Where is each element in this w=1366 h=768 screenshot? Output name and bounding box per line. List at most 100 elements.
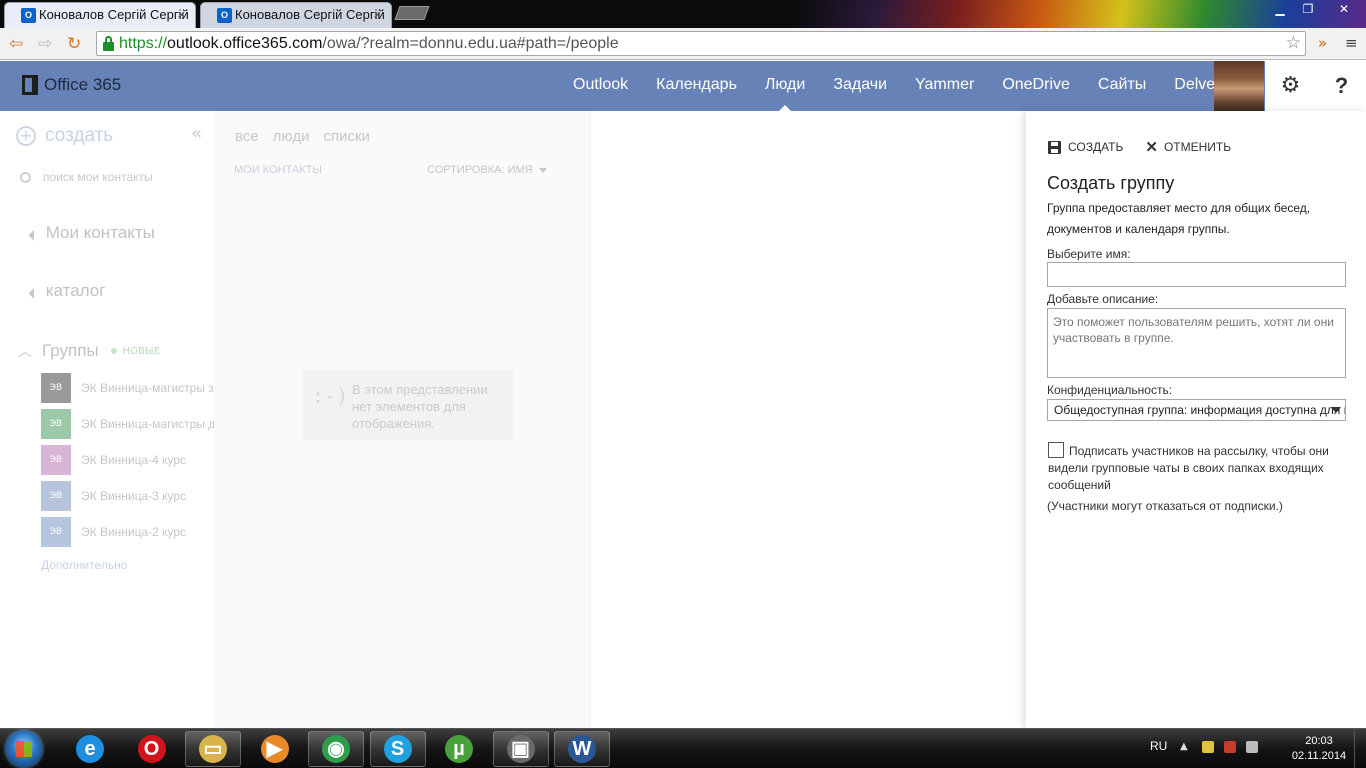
office365-brand[interactable]: Office 365 bbox=[22, 75, 121, 95]
subscribe-label: Подписать участников на рассылку, чтобы … bbox=[1048, 444, 1329, 492]
clock-time: 20:03 bbox=[1305, 735, 1333, 747]
taskbar-app-button[interactable]: W bbox=[554, 731, 610, 767]
chrome-icon: ◉ bbox=[322, 735, 350, 763]
group-item[interactable]: ЭВ ЭК Винница-магистры за bbox=[41, 373, 220, 403]
network-signal-icon[interactable] bbox=[1246, 741, 1258, 753]
taskbar-app-button[interactable]: ▣ bbox=[492, 731, 549, 767]
group-name: ЭК Винница-4 курс bbox=[81, 453, 187, 467]
settings-gear-icon[interactable]: ⚙ bbox=[1265, 61, 1316, 111]
group-description-field[interactable] bbox=[1047, 308, 1346, 378]
new-contact-button[interactable]: + создать bbox=[16, 125, 113, 147]
empty-message: В этом представлении нет элементов для о… bbox=[352, 382, 488, 431]
secure-lock-icon bbox=[102, 36, 115, 51]
bookmark-star-icon[interactable]: ☆ bbox=[1286, 33, 1301, 53]
search-placeholder: поиск мои контакты bbox=[43, 170, 153, 184]
taskbar-app-button[interactable]: µ bbox=[431, 731, 487, 767]
clock[interactable]: 20:03 02.11.2014 bbox=[1290, 734, 1348, 764]
group-name-field[interactable] bbox=[1047, 262, 1346, 287]
group-name: ЭК Винница-магистры д bbox=[81, 417, 216, 431]
taskbar-app-button[interactable]: ▭ bbox=[185, 731, 241, 767]
restore-icon[interactable]: ❐ bbox=[1294, 0, 1322, 18]
create-button[interactable]: СОЗДАТЬ bbox=[1048, 140, 1123, 154]
group-item[interactable]: ЭВ ЭК Винница-3 курс bbox=[41, 481, 186, 511]
action-center-icon[interactable] bbox=[1202, 741, 1214, 753]
tab-close-icon[interactable]: × bbox=[177, 7, 185, 22]
taskbar-app-button[interactable]: ◉ bbox=[308, 731, 364, 767]
nav-people[interactable]: Люди bbox=[751, 61, 819, 111]
browser-tab-active[interactable]: O Коновалов Сергій Сергій × bbox=[4, 2, 196, 28]
save-icon bbox=[1048, 140, 1061, 154]
taskbar-app-button[interactable]: ▶ bbox=[247, 731, 303, 767]
cancel-button[interactable]: ✕ ОТМЕНИТЬ bbox=[1145, 138, 1231, 156]
window-close-icon[interactable]: ✕ bbox=[1322, 0, 1366, 18]
nav-outlook[interactable]: Outlook bbox=[559, 61, 642, 111]
taskbar-app-button[interactable]: S bbox=[369, 731, 426, 767]
group-name: ЭК Винница-2 курс bbox=[81, 525, 187, 539]
extensions-chevron-icon[interactable]: » bbox=[1318, 34, 1327, 52]
new-button-label: создать bbox=[45, 125, 114, 146]
back-arrow-icon[interactable]: ⇦ bbox=[9, 34, 23, 54]
forward-arrow-icon[interactable]: ⇨ bbox=[38, 34, 52, 54]
pivot-lists[interactable]: списки bbox=[323, 128, 369, 145]
pivot-all[interactable]: все bbox=[235, 128, 259, 145]
chevron-up-icon: ︿ bbox=[18, 344, 32, 360]
more-groups-link[interactable]: Дополнительно bbox=[41, 558, 127, 572]
browser-menu-icon[interactable]: ≡ bbox=[1345, 34, 1358, 52]
reload-icon[interactable]: ↻ bbox=[67, 34, 81, 54]
group-avatar: ЭВ bbox=[41, 481, 71, 511]
filter-pivots: все люди списки bbox=[235, 128, 384, 145]
panel-command-bar: СОЗДАТЬ ✕ ОТМЕНИТЬ bbox=[1048, 138, 1253, 156]
show-desktop-button[interactable] bbox=[1354, 729, 1366, 768]
left-nav-pane: + создать « поиск мои контакты ◣ Мои конт… bbox=[0, 111, 220, 728]
start-button[interactable] bbox=[6, 731, 42, 767]
list-header: МОИ КОНТАКТЫ bbox=[234, 164, 323, 176]
security-icon[interactable] bbox=[1224, 741, 1236, 753]
sort-dropdown[interactable]: СОРТИРОВКА: ИМЯ bbox=[427, 164, 547, 176]
group-avatar: ЭВ bbox=[41, 409, 71, 439]
groups-section-header[interactable]: ︿ Группы НОВЫЕ bbox=[18, 341, 160, 361]
group-avatar: ЭВ bbox=[41, 445, 71, 475]
tab-close-icon[interactable]: × bbox=[373, 7, 381, 22]
browser-tab-strip: O Коновалов Сергій Сергій × O Коновалов … bbox=[0, 0, 1366, 28]
group-name: ЭК Винница-3 курс bbox=[81, 489, 187, 503]
browser-tab[interactable]: O Коновалов Сергій Сергій × bbox=[200, 2, 392, 28]
collapse-pane-icon[interactable]: « bbox=[191, 123, 202, 144]
group-item[interactable]: ЭВ ЭК Винница-магистры д bbox=[41, 409, 215, 439]
skype-icon: S bbox=[383, 735, 412, 763]
contact-search[interactable]: поиск мои контакты bbox=[20, 170, 153, 184]
nav-tasks[interactable]: Задачи bbox=[819, 61, 901, 111]
nav-sites[interactable]: Сайты bbox=[1084, 61, 1160, 111]
nav-onedrive[interactable]: OneDrive bbox=[988, 61, 1084, 111]
group-item[interactable]: ЭВ ЭК Винница-4 курс bbox=[41, 445, 186, 475]
url-text[interactable]: https://outlook.office365.com/owa/?realm… bbox=[119, 35, 619, 53]
group-name: ЭК Винница-магистры за bbox=[81, 381, 221, 395]
chevron-icon: ◣ bbox=[27, 228, 41, 243]
name-label: Выберите имя: bbox=[1047, 247, 1131, 261]
nav-calendar[interactable]: Календарь bbox=[642, 61, 751, 111]
group-item[interactable]: ЭВ ЭК Винница-2 курс bbox=[41, 517, 186, 547]
privacy-select[interactable]: Общедоступная группа: информация доступн… bbox=[1047, 399, 1346, 421]
outlook-favicon-icon: O bbox=[21, 8, 36, 23]
pivot-people[interactable]: люди bbox=[273, 128, 310, 145]
language-indicator[interactable]: RU bbox=[1150, 739, 1167, 753]
contact-list-pane: все люди списки МОИ КОНТАКТЫ СОРТИРОВКА:… bbox=[214, 111, 590, 728]
address-bar[interactable]: https://outlook.office365.com/owa/?realm… bbox=[96, 31, 1306, 56]
search-icon bbox=[20, 171, 31, 183]
minimize-icon[interactable]: ▁ bbox=[1266, 0, 1294, 18]
taskbar-app-button[interactable]: O bbox=[124, 731, 180, 767]
plus-circle-icon: + bbox=[16, 126, 36, 146]
folder-my-contacts[interactable]: ◣ Мои контакты bbox=[27, 223, 155, 243]
subscribe-checkbox[interactable] bbox=[1048, 442, 1064, 458]
taskbar-app-button[interactable]: e bbox=[62, 731, 118, 767]
media-player-icon: ▶ bbox=[260, 735, 289, 763]
utorrent-icon: µ bbox=[445, 735, 473, 763]
user-avatar[interactable] bbox=[1214, 61, 1264, 111]
new-badge: НОВЫЕ bbox=[110, 346, 160, 357]
tray-expand-icon[interactable]: ▲ bbox=[1180, 741, 1192, 753]
nav-yammer[interactable]: Yammer bbox=[901, 61, 988, 111]
empty-state: :-) В этом представлении нет элементов д… bbox=[303, 370, 513, 440]
folder-directory[interactable]: ◣ каталог bbox=[27, 281, 105, 301]
help-icon[interactable]: ? bbox=[1316, 61, 1366, 111]
new-tab-button[interactable] bbox=[394, 6, 430, 20]
group-avatar: ЭВ bbox=[41, 517, 71, 547]
